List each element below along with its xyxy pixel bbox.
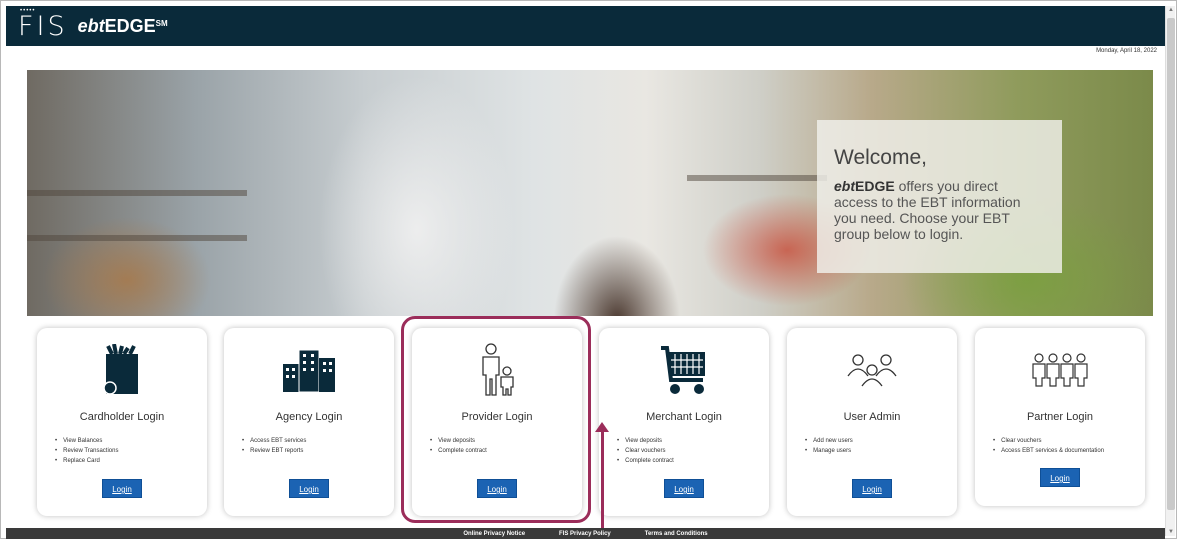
scroll-down-icon[interactable]: ▼ bbox=[1167, 528, 1175, 536]
site-header: ••••• FIS ebtEDGESM bbox=[6, 6, 1165, 46]
user-admin-card: User Admin Add new users Manage users Lo… bbox=[787, 328, 957, 516]
annotation-arrow-line bbox=[601, 430, 604, 539]
scroll-up-icon[interactable]: ▲ bbox=[1167, 6, 1175, 14]
feature-item: Access EBT services & documentation bbox=[993, 446, 1104, 456]
fis-text: FIS bbox=[18, 10, 68, 42]
feature-item: Review Transactions bbox=[55, 446, 118, 456]
feature-item: Complete contract bbox=[617, 456, 674, 466]
partner-login-card: Partner Login Clear vouchers Access EBT … bbox=[975, 328, 1145, 506]
user-admin-login-button[interactable]: Login bbox=[852, 479, 892, 498]
brand-prefix: ebt bbox=[77, 15, 105, 36]
scroll-thumb[interactable] bbox=[1167, 18, 1175, 510]
feature-item: Manage users bbox=[805, 446, 853, 456]
feature-item: Clear vouchers bbox=[993, 436, 1104, 446]
provider-highlight-annotation bbox=[401, 316, 591, 523]
card-features: Clear vouchers Access EBT services & doc… bbox=[993, 436, 1104, 456]
current-date: Monday, April 18, 2022 bbox=[1096, 48, 1157, 54]
welcome-ebtedge: ebtEDGE bbox=[834, 178, 895, 194]
fis-wordmark: ••••• FIS bbox=[18, 7, 68, 42]
card-features: View deposits Clear vouchers Complete co… bbox=[617, 436, 674, 466]
fis-dots-icon: ••••• bbox=[20, 6, 36, 14]
hero-shelf bbox=[27, 190, 247, 196]
feature-item: View deposits bbox=[617, 436, 674, 446]
buildings-icon bbox=[224, 342, 394, 398]
welcome-box: Welcome, ebtEDGE offers you direct acces… bbox=[817, 120, 1062, 273]
partner-login-button[interactable]: Login bbox=[1040, 468, 1080, 487]
fis-privacy-policy-link[interactable]: FIS Privacy Policy bbox=[559, 531, 611, 537]
fis-logo[interactable]: ••••• FIS ebtEDGESM bbox=[6, 7, 168, 42]
annotation-arrow-head-icon bbox=[595, 422, 609, 432]
welcome-title: Welcome, bbox=[834, 146, 927, 169]
welcome-text: ebtEDGE offers you direct access to the … bbox=[834, 178, 1044, 242]
card-title: Cardholder Login bbox=[79, 411, 165, 423]
shopping-cart-icon bbox=[599, 342, 769, 398]
ebtedge-brand: ebtEDGESM bbox=[78, 16, 168, 37]
merchant-login-button[interactable]: Login bbox=[664, 479, 704, 498]
welcome-ebt-main: EDGE bbox=[855, 178, 895, 194]
terms-and-conditions-link[interactable]: Terms and Conditions bbox=[645, 531, 708, 537]
card-title: Merchant Login bbox=[646, 411, 722, 423]
feature-item: Review EBT reports bbox=[242, 446, 306, 456]
feature-item: Clear vouchers bbox=[617, 446, 674, 456]
site-footer: Online Privacy Notice FIS Privacy Policy… bbox=[6, 528, 1165, 539]
grocery-bag-icon bbox=[37, 342, 207, 398]
card-features: View Balances Review Transactions Replac… bbox=[55, 436, 118, 466]
merchant-login-card: Merchant Login View deposits Clear vouch… bbox=[599, 328, 769, 516]
hero-shelf bbox=[687, 175, 827, 181]
cardholder-login-button[interactable]: Login bbox=[102, 479, 142, 498]
feature-item: Replace Card bbox=[55, 456, 118, 466]
cardholder-login-card: Cardholder Login View Balances Review Tr… bbox=[37, 328, 207, 516]
card-title: Partner Login bbox=[1026, 411, 1094, 423]
welcome-ebt-prefix: ebt bbox=[834, 178, 855, 194]
feature-item: View Balances bbox=[55, 436, 118, 446]
page-scrollbar[interactable]: ▲ ▼ bbox=[1165, 6, 1175, 536]
brand-main: EDGE bbox=[104, 15, 156, 36]
hero-shelf bbox=[27, 235, 247, 241]
card-title: User Admin bbox=[843, 411, 901, 423]
agency-login-card: Agency Login Access EBT services Review … bbox=[224, 328, 394, 516]
feature-item: Add new users bbox=[805, 436, 853, 446]
online-privacy-notice-link[interactable]: Online Privacy Notice bbox=[463, 531, 525, 537]
users-icon bbox=[787, 342, 957, 398]
card-features: Add new users Manage users bbox=[805, 436, 853, 456]
brand-sup: SM bbox=[155, 18, 168, 28]
partners-icon bbox=[975, 342, 1145, 398]
card-features: Access EBT services Review EBT reports bbox=[242, 436, 306, 456]
card-title: Agency Login bbox=[275, 411, 343, 423]
hero-banner: Welcome, ebtEDGE offers you direct acces… bbox=[27, 70, 1153, 316]
feature-item: Access EBT services bbox=[242, 436, 306, 446]
agency-login-button[interactable]: Login bbox=[289, 479, 329, 498]
